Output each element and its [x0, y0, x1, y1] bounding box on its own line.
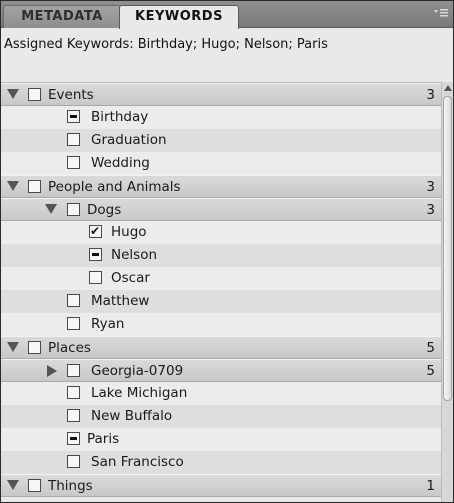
vertical-scrollbar[interactable] [441, 82, 453, 502]
tree-label: Matthew [91, 293, 150, 309]
tab-metadata[interactable]: METADATA [3, 5, 121, 28]
keywords-panel: METADATA KEYWORDS Assigned Keywords: Bir… [0, 0, 454, 503]
triangle-down-icon[interactable] [7, 89, 19, 99]
keyword-count: 3 [426, 179, 435, 195]
tree-row-wedding[interactable]: Wedding [1, 152, 441, 175]
tree-label: Oscar [111, 270, 150, 286]
checkbox-nelson[interactable] [89, 248, 102, 261]
checkbox-wedding[interactable] [67, 156, 80, 169]
tree-label: Nelson [111, 247, 158, 263]
triangle-down-icon[interactable] [7, 480, 19, 490]
tree-row-events[interactable]: Events 3 [1, 83, 441, 106]
tree-label: Paris [87, 431, 120, 447]
checkbox-georgia-0709[interactable] [67, 364, 80, 377]
tree-row-hugo[interactable]: Hugo [1, 221, 441, 244]
tree-row-dogs[interactable]: Dogs 3 [1, 198, 441, 221]
tree-label: Birthday [91, 109, 149, 125]
tree-row-places[interactable]: Places 5 [1, 336, 441, 359]
scroll-up-arrow-icon[interactable] [444, 85, 452, 91]
tree-row-san-francisco[interactable]: San Francisco [1, 451, 441, 474]
checkbox-san-francisco[interactable] [67, 455, 80, 468]
tree-label: People and Animals [48, 179, 181, 195]
checkbox-things[interactable] [28, 479, 41, 492]
tree-label: Events [48, 87, 94, 103]
tree-row-lake-michigan[interactable]: Lake Michigan [1, 382, 441, 405]
checkbox-people-and-animals[interactable] [28, 180, 41, 193]
keyword-count: 5 [426, 363, 435, 379]
tree-label: Places [48, 340, 91, 356]
tree-label: Georgia-0709 [91, 363, 184, 379]
checkbox-birthday[interactable] [67, 110, 80, 123]
scrollbar-thumb[interactable] [443, 96, 452, 401]
tree-row-birthday[interactable]: Birthday [1, 106, 441, 129]
checkbox-hugo[interactable] [89, 223, 102, 239]
triangle-down-icon[interactable] [7, 181, 19, 191]
checkbox-dogs[interactable] [67, 203, 80, 216]
tree-label: Dogs [87, 202, 122, 218]
tree-label: San Francisco [91, 454, 184, 470]
tree-label: Ryan [91, 316, 125, 332]
tree-row-new-buffalo[interactable]: New Buffalo [1, 405, 441, 428]
checkbox-new-buffalo[interactable] [67, 409, 80, 422]
panel-tab-bar: METADATA KEYWORDS [1, 1, 453, 29]
keyword-count: 5 [426, 340, 435, 356]
keyword-count: 3 [426, 202, 435, 218]
checkbox-graduation[interactable] [67, 133, 80, 146]
tree-row-paris[interactable]: Paris [1, 428, 441, 451]
tree-label: Graduation [91, 132, 167, 148]
checkbox-matthew[interactable] [67, 294, 80, 307]
tree-row-ryan[interactable]: Ryan [1, 313, 441, 336]
tree-label: New Buffalo [91, 408, 173, 424]
tree-row-graduation[interactable]: Graduation [1, 129, 441, 152]
assigned-keywords-text: Assigned Keywords: Birthday; Hugo; Nelso… [4, 37, 328, 52]
keyword-count: 3 [426, 87, 435, 103]
tab-keywords[interactable]: KEYWORDS [119, 5, 239, 29]
tree-label: Wedding [91, 155, 150, 171]
tree-label: Hugo [111, 224, 147, 240]
checkbox-places[interactable] [28, 341, 41, 354]
tree-label: Lake Michigan [91, 385, 188, 401]
tree-row-nelson[interactable]: Nelson [1, 244, 441, 267]
tree-row-matthew[interactable]: Matthew [1, 290, 441, 313]
tree-row-georgia-0709[interactable]: Georgia-0709 5 [1, 359, 441, 382]
panel-menu-icon[interactable] [433, 6, 449, 20]
checkbox-events[interactable] [28, 88, 41, 101]
keyword-tree: Events 3 Birthday Graduation Wedding Peo… [1, 82, 441, 502]
tree-row-people-and-animals[interactable]: People and Animals 3 [1, 175, 441, 198]
keyword-count: 1 [426, 478, 435, 494]
checkbox-lake-michigan[interactable] [67, 386, 80, 399]
tree-label: Things [48, 478, 93, 494]
tree-row-oscar[interactable]: Oscar [1, 267, 441, 290]
triangle-down-icon[interactable] [45, 204, 57, 214]
checkbox-ryan[interactable] [67, 317, 80, 330]
tree-row-things[interactable]: Things 1 [1, 474, 441, 497]
triangle-down-icon[interactable] [7, 342, 19, 352]
checkbox-oscar[interactable] [89, 271, 102, 284]
checkbox-paris[interactable] [67, 432, 80, 445]
triangle-right-icon[interactable] [47, 365, 57, 377]
